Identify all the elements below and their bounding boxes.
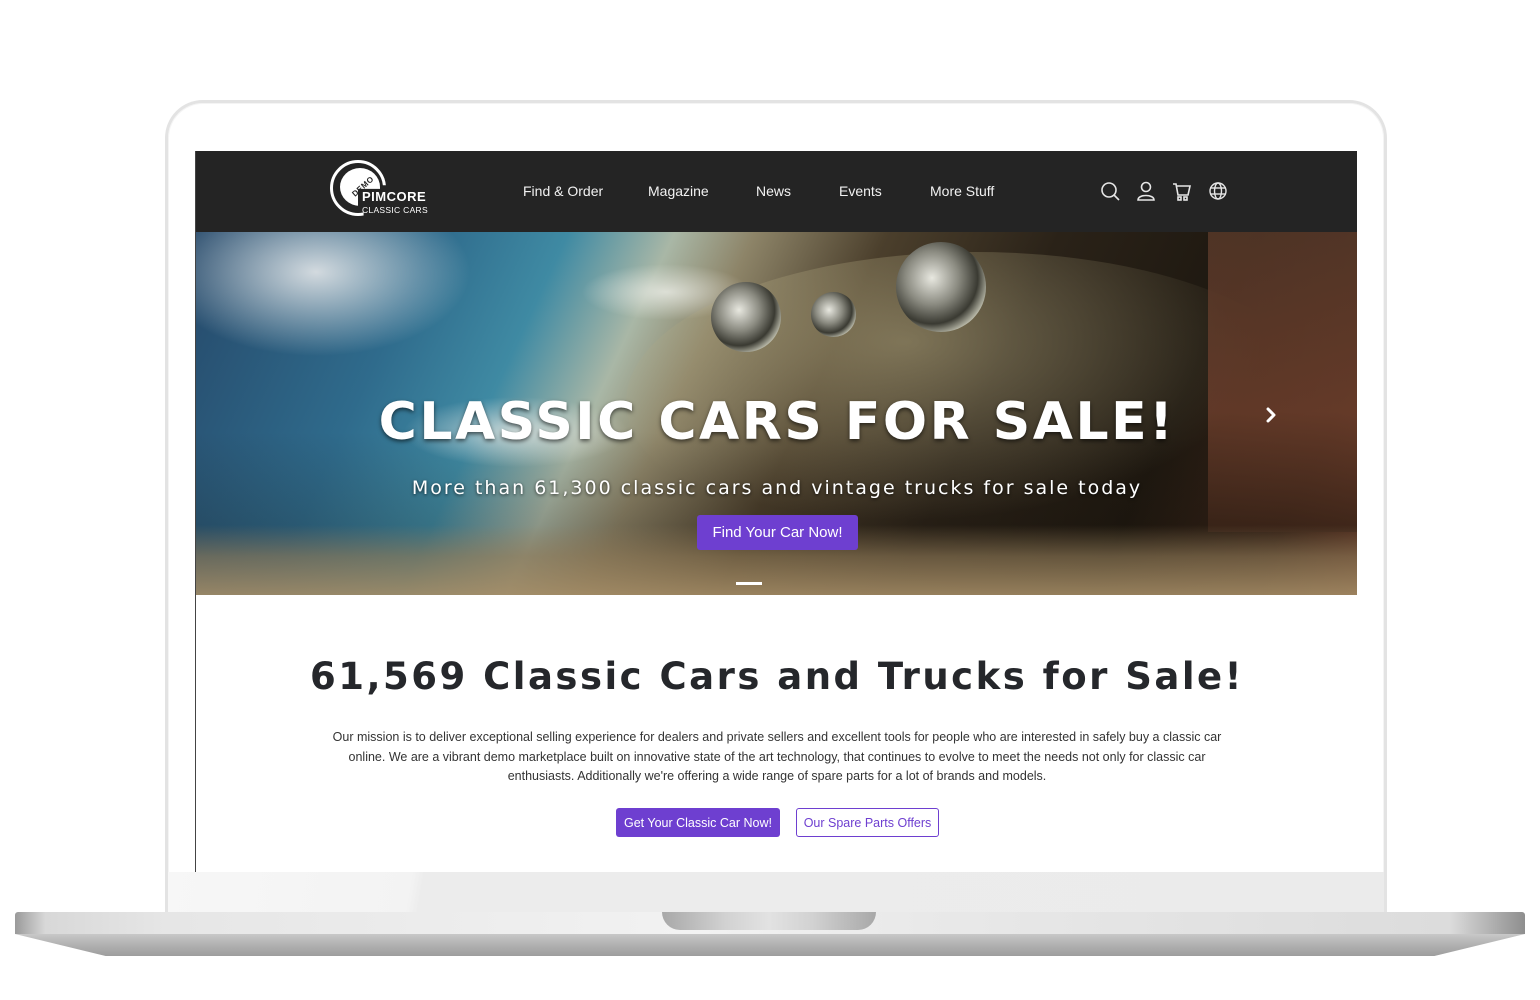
hero-title: CLASSIC CARS FOR SALE! [378, 392, 1176, 452]
laptop-notch [662, 912, 876, 930]
hero-banner: CLASSIC CARS FOR SALE! More than 61,300 … [196, 232, 1357, 595]
user-icon[interactable] [1135, 180, 1157, 202]
search-icon[interactable] [1099, 180, 1121, 202]
mission-text: Our mission is to deliver exceptional se… [332, 730, 1222, 783]
find-your-car-button[interactable]: Find Your Car Now! [697, 515, 858, 550]
cart-icon[interactable] [1171, 180, 1193, 202]
carousel-indicators [736, 572, 766, 590]
headlight-image [711, 282, 781, 352]
nav-item-find-order[interactable]: Find & Order [523, 183, 603, 199]
nav-item-events[interactable]: Events [839, 183, 882, 199]
spare-parts-button[interactable]: Our Spare Parts Offers [796, 808, 939, 837]
laptop-screen: DEMO PIMCORE CLASSIC CARS Find & Order M… [195, 151, 1357, 872]
nav-item-more-stuff[interactable]: More Stuff [930, 183, 994, 199]
laptop-base-lower [15, 934, 1525, 956]
headlight-image [896, 242, 986, 332]
nav-item-news[interactable]: News [756, 183, 791, 199]
page-headline: 61,569 Classic Cars and Trucks for Sale! [309, 655, 1245, 698]
carousel-dot-active[interactable] [736, 582, 762, 585]
get-classic-car-button[interactable]: Get Your Classic Car Now! [616, 808, 780, 837]
globe-icon[interactable] [1207, 180, 1229, 202]
headlight-image [811, 292, 856, 337]
laptop-bezel-bottom [168, 872, 1384, 912]
chevron-right-icon[interactable] [1261, 403, 1281, 427]
hero-subtitle: More than 61,300 classic cars and vintag… [411, 477, 1143, 499]
site-header: DEMO PIMCORE CLASSIC CARS Find & Order M… [196, 151, 1357, 232]
nav-item-magazine[interactable]: Magazine [648, 183, 709, 199]
